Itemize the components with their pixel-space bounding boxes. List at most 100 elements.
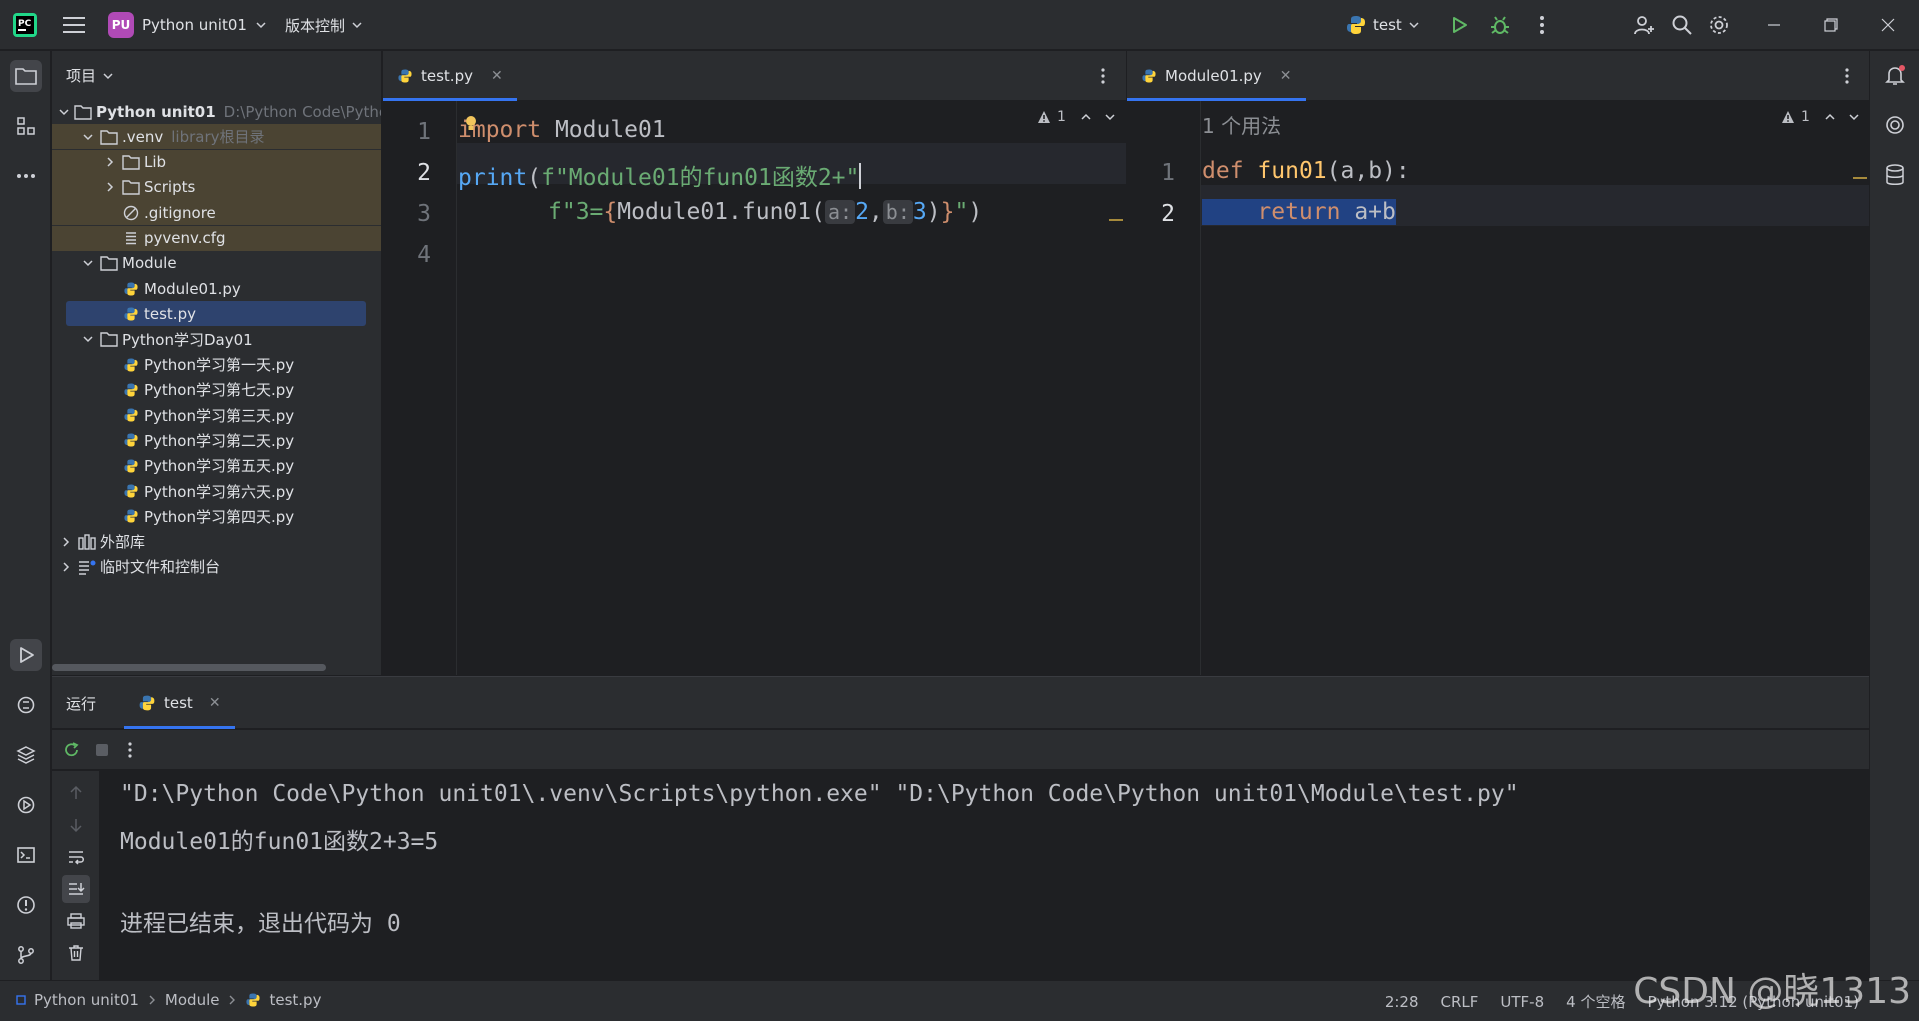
python-packages-icon[interactable] bbox=[10, 739, 42, 771]
more-tools-icon[interactable] bbox=[10, 160, 42, 192]
database-icon[interactable] bbox=[1879, 159, 1911, 191]
python-file-icon bbox=[245, 992, 261, 1008]
close-icon[interactable] bbox=[1876, 13, 1900, 37]
more-actions-icon[interactable] bbox=[1841, 66, 1853, 86]
tree-item[interactable]: .venv library根目录 bbox=[52, 124, 381, 150]
chevron-right-icon[interactable] bbox=[58, 559, 74, 575]
close-tab-icon[interactable]: ✕ bbox=[209, 695, 221, 711]
inspection-widget[interactable]: 1 bbox=[1781, 109, 1860, 125]
main-menu-icon[interactable] bbox=[62, 13, 86, 37]
python-console-icon[interactable] bbox=[10, 689, 42, 721]
chevron-up-icon[interactable] bbox=[1824, 111, 1836, 123]
breadcrumb-item[interactable]: Module bbox=[165, 991, 220, 1009]
warning-stripe-marker[interactable] bbox=[1853, 177, 1867, 179]
close-tab-icon[interactable]: ✕ bbox=[1280, 68, 1292, 84]
breadcrumb-item[interactable]: test.py bbox=[269, 991, 321, 1009]
chevron-right-icon[interactable] bbox=[58, 534, 74, 550]
tree-item[interactable]: Module bbox=[52, 251, 381, 276]
settings-icon[interactable] bbox=[1707, 13, 1731, 37]
usage-inlay-hint[interactable]: 1 个用法 bbox=[1202, 110, 1281, 139]
more-actions-icon[interactable] bbox=[1532, 13, 1552, 37]
chevron-right-icon[interactable] bbox=[102, 154, 118, 170]
tab-test-py[interactable]: test.py ✕ bbox=[383, 51, 517, 101]
tree-item[interactable]: Python学习第七天.py bbox=[52, 377, 381, 402]
horizontal-scrollbar[interactable] bbox=[52, 664, 326, 671]
tree-item[interactable]: 外部库 bbox=[52, 529, 381, 554]
scroll-to-end-icon[interactable] bbox=[62, 875, 90, 903]
more-actions-icon[interactable] bbox=[122, 740, 138, 760]
inspection-widget[interactable]: 1 bbox=[1037, 109, 1116, 125]
editor-test-py: test.py ✕ 1 2 3 4 1 import Module01 prin… bbox=[383, 51, 1126, 675]
chevron-down-icon[interactable] bbox=[80, 129, 96, 145]
breadcrumb-item[interactable]: Python unit01 bbox=[34, 991, 139, 1009]
library-icon bbox=[78, 533, 96, 551]
warning-stripe-marker[interactable] bbox=[1109, 219, 1123, 221]
tree-item[interactable]: Python学习第六天.py bbox=[52, 479, 381, 504]
tree-item[interactable]: Python学习第三天.py bbox=[52, 403, 381, 428]
problems-icon[interactable] bbox=[10, 889, 42, 921]
tree-item[interactable]: Python学习第二天.py bbox=[52, 428, 381, 453]
chevron-down-icon[interactable] bbox=[1104, 111, 1116, 123]
tree-item[interactable]: pyvenv.cfg bbox=[52, 225, 381, 251]
vcs-menu[interactable]: 版本控制 bbox=[285, 10, 363, 40]
project-badge: PU bbox=[108, 12, 134, 38]
stop-icon[interactable] bbox=[92, 740, 112, 760]
minimize-icon[interactable] bbox=[1762, 13, 1786, 37]
tree-item[interactable]: Lib bbox=[52, 149, 381, 175]
ai-assistant-icon[interactable] bbox=[1879, 109, 1911, 141]
clear-all-icon[interactable] bbox=[62, 939, 90, 967]
code-line-2[interactable]: print(f"Module01的fun01函数2+" bbox=[458, 158, 862, 192]
tree-item[interactable]: Python学习第一天.py bbox=[52, 352, 381, 377]
tree-item[interactable]: Scripts bbox=[52, 174, 381, 200]
file-encoding[interactable]: UTF-8 bbox=[1500, 993, 1544, 1011]
print-icon[interactable] bbox=[62, 907, 90, 935]
indent-setting[interactable]: 4 个空格 bbox=[1566, 991, 1625, 1012]
run-tool-icon[interactable] bbox=[10, 639, 42, 671]
tree-item[interactable]: Python学习第五天.py bbox=[52, 453, 381, 478]
code-line-1[interactable]: def fun01(a,b): bbox=[1202, 158, 1410, 184]
tree-item[interactable]: Python学习第四天.py bbox=[52, 504, 381, 529]
tree-item[interactable]: Python学习Day01 bbox=[52, 327, 381, 352]
code-line-2[interactable]: return a+b bbox=[1202, 199, 1396, 225]
tree-item[interactable]: 临时文件和控制台 bbox=[52, 554, 381, 579]
chevron-down-icon[interactable] bbox=[1848, 111, 1860, 123]
terminal-icon[interactable] bbox=[10, 839, 42, 871]
scroll-down-icon[interactable] bbox=[62, 811, 90, 839]
close-tab-icon[interactable]: ✕ bbox=[491, 68, 503, 84]
project-panel-header[interactable]: 项目 bbox=[66, 65, 114, 86]
run-tab-test[interactable]: test ✕ bbox=[124, 677, 235, 729]
chevron-right-icon[interactable] bbox=[102, 179, 118, 195]
code-line-1[interactable]: import Module01 bbox=[458, 117, 666, 143]
debug-icon[interactable] bbox=[1488, 13, 1512, 37]
git-icon[interactable] bbox=[10, 939, 42, 971]
rerun-icon[interactable] bbox=[62, 740, 82, 760]
run-config-selector[interactable]: test bbox=[1345, 10, 1420, 40]
soft-wrap-icon[interactable] bbox=[62, 843, 90, 871]
tree-item[interactable]: .gitignore bbox=[52, 200, 381, 226]
add-user-icon[interactable] bbox=[1632, 13, 1656, 37]
structure-tool-icon[interactable] bbox=[10, 110, 42, 142]
scroll-up-icon[interactable] bbox=[62, 779, 90, 807]
notifications-icon[interactable] bbox=[1879, 59, 1911, 91]
tree-item[interactable]: Module01.py bbox=[52, 276, 381, 301]
tree-item[interactable]: Python unit01 D:\Python Code\Python unit0… bbox=[52, 99, 381, 124]
tree-item-label: Python学习第七天.py bbox=[144, 381, 295, 400]
restore-icon[interactable] bbox=[1819, 13, 1843, 37]
caret-position[interactable]: 2:28 bbox=[1385, 993, 1419, 1011]
chevron-down-icon[interactable] bbox=[80, 331, 96, 347]
services-icon[interactable] bbox=[10, 789, 42, 821]
line-separator[interactable]: CRLF bbox=[1441, 993, 1479, 1011]
more-actions-icon[interactable] bbox=[1097, 66, 1109, 86]
run-icon[interactable] bbox=[1447, 13, 1471, 37]
tree-item[interactable]: test.py bbox=[52, 301, 381, 326]
search-icon[interactable] bbox=[1670, 13, 1694, 37]
chevron-down-icon[interactable] bbox=[58, 104, 70, 120]
intention-bulb-icon[interactable] bbox=[464, 115, 478, 133]
project-switcher[interactable]: PU Python unit01 bbox=[108, 10, 267, 40]
tab-module01-py[interactable]: Module01.py ✕ bbox=[1127, 51, 1306, 101]
project-tool-icon[interactable] bbox=[10, 60, 42, 92]
chevron-down-icon[interactable] bbox=[80, 255, 96, 271]
warning-count: 1 bbox=[1801, 109, 1810, 125]
chevron-up-icon[interactable] bbox=[1080, 111, 1092, 123]
code-line-3[interactable]: f"3={Module01.fun01(a: 2, b: 3)}") bbox=[548, 199, 982, 225]
